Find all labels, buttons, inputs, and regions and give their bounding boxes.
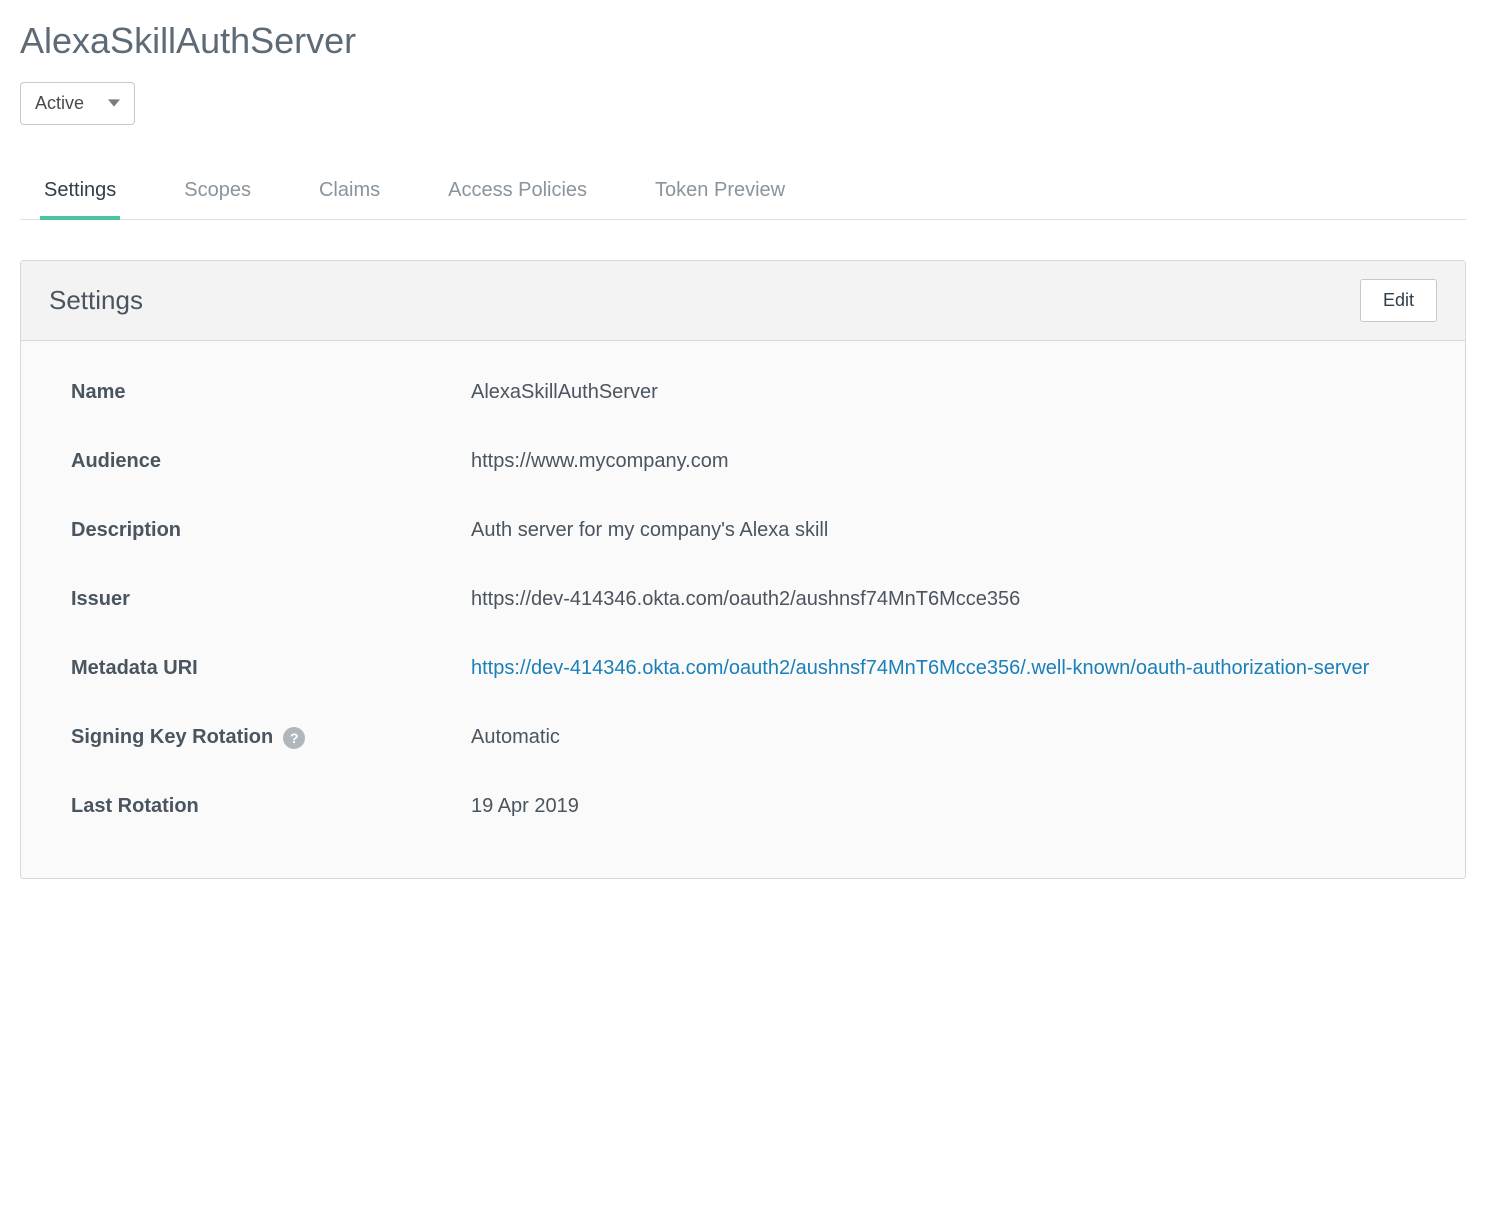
value-audience: https://www.mycompany.com [471, 450, 1415, 473]
row-name: Name AlexaSkillAuthServer [71, 381, 1415, 404]
label-description: Description [71, 519, 471, 542]
value-signing-key-rotation: Automatic [471, 726, 1415, 749]
status-dropdown[interactable]: Active [20, 82, 135, 125]
panel-title: Settings [49, 285, 143, 316]
value-name: AlexaSkillAuthServer [471, 381, 1415, 404]
row-metadata-uri: Metadata URI https://dev-414346.okta.com… [71, 657, 1415, 680]
label-signing-key-rotation-text: Signing Key Rotation [71, 726, 273, 749]
status-dropdown-label: Active [35, 93, 84, 114]
row-issuer: Issuer https://dev-414346.okta.com/oauth… [71, 588, 1415, 611]
tab-token-preview[interactable]: Token Preview [651, 165, 789, 220]
label-metadata-uri: Metadata URI [71, 657, 471, 680]
settings-panel: Settings Edit Name AlexaSkillAuthServer … [20, 260, 1466, 879]
row-last-rotation: Last Rotation 19 Apr 2019 [71, 795, 1415, 818]
row-audience: Audience https://www.mycompany.com [71, 450, 1415, 473]
tab-settings[interactable]: Settings [40, 165, 120, 220]
label-last-rotation: Last Rotation [71, 795, 471, 818]
tab-access-policies[interactable]: Access Policies [444, 165, 591, 220]
value-last-rotation: 19 Apr 2019 [471, 795, 1415, 818]
page-title: AlexaSkillAuthServer [20, 20, 1466, 62]
tab-scopes[interactable]: Scopes [180, 165, 255, 220]
label-issuer: Issuer [71, 588, 471, 611]
value-issuer: https://dev-414346.okta.com/oauth2/aushn… [471, 588, 1415, 611]
value-metadata-uri[interactable]: https://dev-414346.okta.com/oauth2/aushn… [471, 657, 1415, 680]
tabs: Settings Scopes Claims Access Policies T… [20, 165, 1466, 220]
row-description: Description Auth server for my company's… [71, 519, 1415, 542]
panel-header: Settings Edit [21, 261, 1465, 341]
help-icon[interactable]: ? [283, 727, 305, 749]
label-audience: Audience [71, 450, 471, 473]
row-signing-key-rotation: Signing Key Rotation ? Automatic [71, 726, 1415, 749]
tab-claims[interactable]: Claims [315, 165, 384, 220]
label-name: Name [71, 381, 471, 404]
edit-button[interactable]: Edit [1360, 279, 1437, 322]
chevron-down-icon [108, 93, 120, 114]
label-signing-key-rotation: Signing Key Rotation ? [71, 726, 471, 749]
value-description: Auth server for my company's Alexa skill [471, 519, 1415, 542]
panel-body: Name AlexaSkillAuthServer Audience https… [21, 341, 1465, 878]
